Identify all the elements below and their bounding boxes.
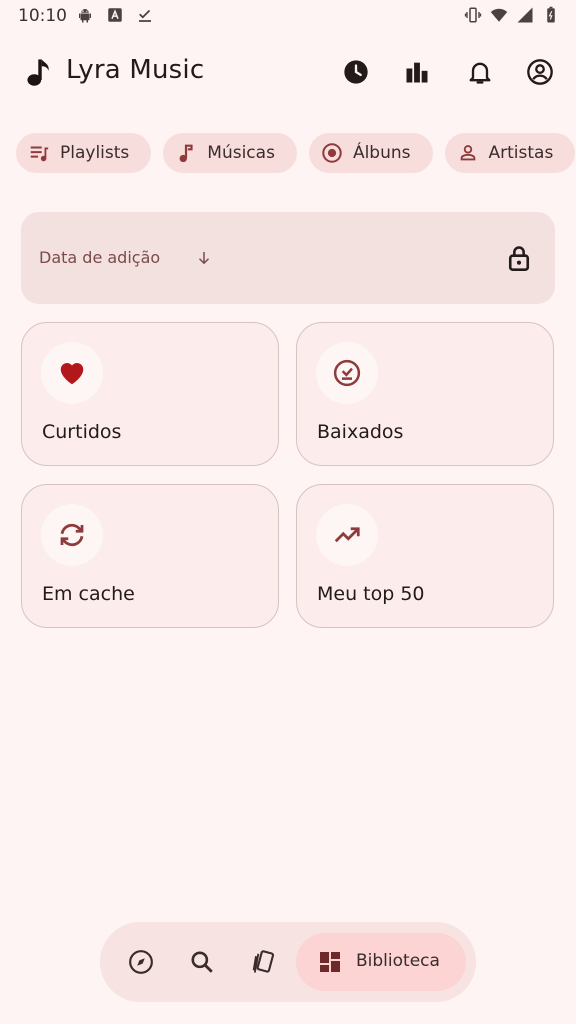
nav-active-label: Biblioteca [356, 951, 440, 971]
nav-explore[interactable] [121, 942, 161, 982]
text-a-icon [108, 8, 122, 22]
card-curtidos[interactable]: Curtidos [21, 322, 279, 466]
lock-icon[interactable] [505, 244, 533, 272]
heart-icon [60, 363, 84, 385]
card-label: Em cache [42, 583, 135, 605]
sort-bar: Data de adição [21, 212, 555, 304]
card-icon-bubble [316, 504, 378, 566]
bottom-navigation: Biblioteca [100, 922, 476, 1002]
downloaded-icon [333, 359, 361, 387]
android-icon [79, 9, 91, 23]
status-time: 10:10 [18, 6, 67, 26]
chip-artistas[interactable]: Artistas [444, 133, 576, 173]
chip-label: Artistas [488, 143, 554, 163]
person-icon [457, 142, 479, 164]
signal-icon [517, 7, 533, 23]
status-system-icons [464, 6, 560, 24]
album-icon [321, 142, 343, 164]
stats-icon[interactable] [403, 58, 431, 86]
battery-icon [547, 6, 555, 23]
app-logo-music-note-icon [27, 59, 49, 86]
explore-icon [129, 950, 153, 974]
app-header: Lyra Music [0, 48, 576, 96]
arrow-down-icon[interactable] [195, 248, 213, 268]
notifications-icon[interactable] [466, 58, 494, 86]
chip-playlists[interactable]: Playlists [16, 133, 152, 173]
card-label: Baixados [317, 421, 404, 443]
filter-chips: Playlists Músicas Álbuns Artistas [16, 133, 576, 173]
card-icon-bubble [41, 342, 103, 404]
chip-label: Músicas [207, 143, 275, 163]
library-icon [320, 952, 340, 972]
search-icon [191, 951, 213, 973]
cache-sync-icon [60, 523, 84, 547]
card-meu-top-50[interactable]: Meu top 50 [296, 484, 554, 628]
download-check-icon [139, 9, 151, 22]
card-em-cache[interactable]: Em cache [21, 484, 279, 628]
app-title: Lyra Music [66, 55, 205, 85]
swipe-cards-icon [252, 950, 275, 973]
card-icon-bubble [316, 342, 378, 404]
card-icon-bubble [41, 504, 103, 566]
playlist-icon [28, 142, 50, 164]
chip-label: Playlists [60, 143, 130, 163]
sort-label[interactable]: Data de adição [39, 248, 160, 267]
status-notification-icons [76, 6, 154, 24]
trending-up-icon [334, 527, 360, 543]
card-label: Meu top 50 [317, 583, 425, 605]
nav-biblioteca[interactable]: Biblioteca [296, 933, 466, 991]
wifi-icon [490, 8, 508, 22]
vibrate-icon [464, 7, 482, 23]
status-bar: 10:10 [0, 0, 576, 32]
chip-musicas[interactable]: Músicas [163, 133, 297, 173]
account-icon[interactable] [526, 58, 554, 86]
nav-search[interactable] [182, 942, 222, 982]
nav-swipe-cards[interactable] [243, 942, 283, 982]
card-baixados[interactable]: Baixados [296, 322, 554, 466]
chip-albuns[interactable]: Álbuns [308, 133, 433, 173]
music-note-icon [175, 142, 197, 164]
chip-label: Álbuns [352, 143, 411, 163]
card-label: Curtidos [42, 421, 122, 443]
history-icon[interactable] [342, 58, 370, 86]
